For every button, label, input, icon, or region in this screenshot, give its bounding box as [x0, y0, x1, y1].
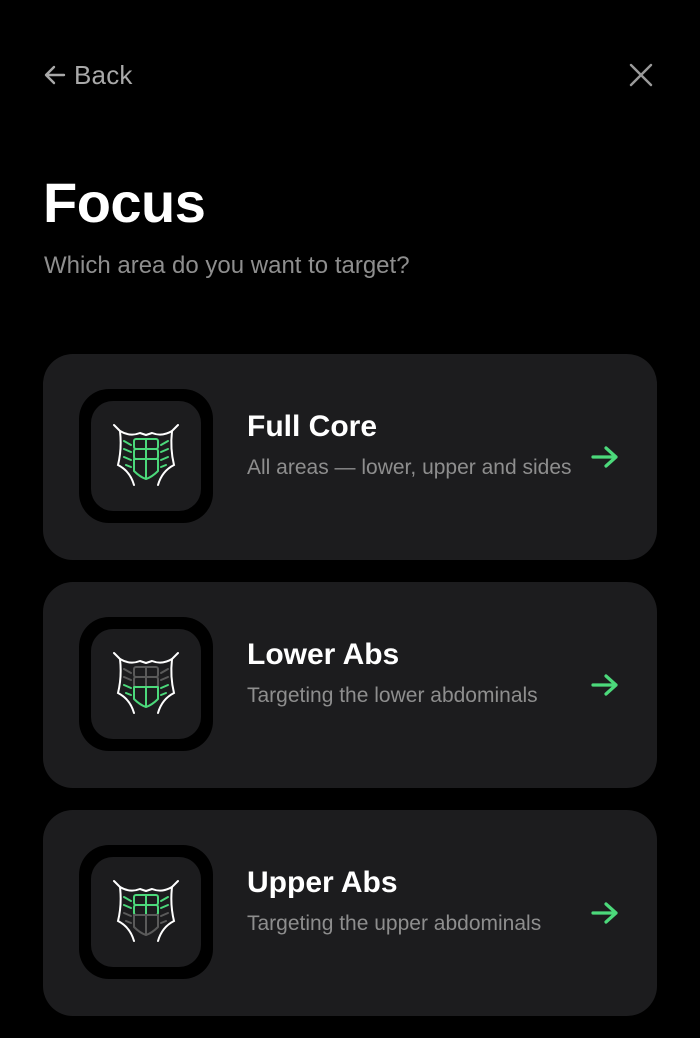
- back-label: Back: [74, 59, 133, 90]
- option-icon-tile: [91, 629, 201, 739]
- option-icon-tile: [91, 857, 201, 967]
- option-icon-frame: [79, 845, 213, 979]
- arrow-right-icon[interactable]: [589, 443, 621, 471]
- close-button[interactable]: [624, 60, 658, 94]
- option-description: Targeting the upper abdominals: [247, 912, 542, 935]
- option-title: Upper Abs: [247, 866, 398, 899]
- option-title: Lower Abs: [247, 638, 400, 671]
- top-bar: Back: [0, 0, 700, 150]
- abs-full-core-icon: [110, 419, 182, 494]
- option-icon-frame: [79, 389, 213, 523]
- focus-options-list: Full Core All areas — lower, upper and s…: [43, 354, 657, 1038]
- abs-lower-icon: [110, 647, 182, 722]
- option-description: Targeting the lower abdominals: [247, 684, 538, 707]
- close-icon: [628, 62, 654, 93]
- option-description: All areas — lower, upper and sides: [247, 456, 572, 479]
- option-icon-frame: [79, 617, 213, 751]
- arrow-left-icon: [44, 65, 66, 85]
- option-lower-abs[interactable]: Lower Abs Targeting the lower abdominals: [43, 582, 657, 788]
- abs-upper-icon: [110, 875, 182, 950]
- option-title: Full Core: [247, 410, 378, 443]
- option-icon-tile: [91, 401, 201, 511]
- option-full-core[interactable]: Full Core All areas — lower, upper and s…: [43, 354, 657, 560]
- page-subtitle: Which area do you want to target?: [44, 252, 410, 279]
- option-upper-abs[interactable]: Upper Abs Targeting the upper abdominals: [43, 810, 657, 1016]
- page-title: Focus: [43, 171, 206, 234]
- arrow-right-icon[interactable]: [589, 899, 621, 927]
- arrow-right-icon[interactable]: [589, 671, 621, 699]
- back-button[interactable]: Back: [44, 58, 133, 92]
